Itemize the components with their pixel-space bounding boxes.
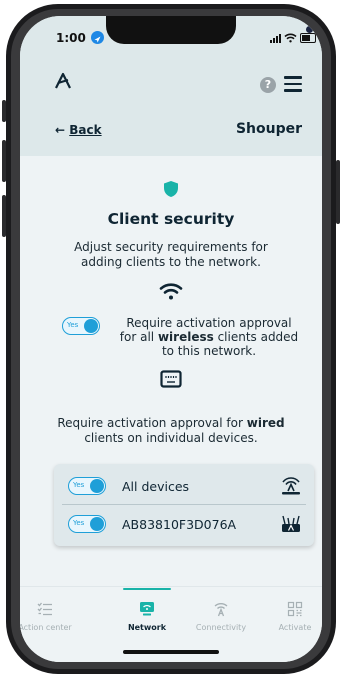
router-icon — [282, 477, 300, 495]
toggle-yes-label: Yes — [73, 519, 85, 527]
tab-label: Activate — [278, 623, 312, 632]
list-item-all-devices: Yes All devices — [54, 470, 314, 502]
tab-connectivity[interactable]: Connectivity — [186, 587, 256, 637]
device-list-card: Yes All devices Yes AB83810F3D076A — [54, 464, 314, 546]
network-title: Shouper — [235, 121, 302, 137]
divider — [62, 504, 306, 505]
wifi-icon — [159, 283, 183, 300]
notch — [106, 16, 313, 44]
wireless-approval-toggle[interactable]: Yes — [62, 317, 100, 335]
battery-icon — [300, 33, 316, 43]
toggle-knob — [90, 479, 104, 493]
header: 1:00 ? ← Back Shouper — [20, 16, 322, 156]
app-screen: 1:00 ? ← Back Shouper Client security Ad… — [20, 16, 322, 662]
qr-icon — [287, 601, 303, 617]
device-label: All devices — [122, 479, 190, 494]
silent-switch — [2, 100, 6, 122]
volume-up-button — [2, 140, 6, 182]
tab-action-center[interactable]: Action center — [20, 587, 80, 637]
wifi-status-icon — [284, 33, 297, 43]
tab-label: Connectivity — [195, 623, 247, 632]
device-toggle[interactable]: Yes — [68, 515, 106, 533]
checklist-icon — [37, 602, 52, 616]
device-label: AB83810F3D076A — [122, 517, 237, 532]
app-logo — [55, 72, 71, 89]
help-icon[interactable]: ? — [260, 77, 276, 93]
page-description: Adjust security requirements for adding … — [74, 240, 268, 269]
tab-activate[interactable]: Activate — [260, 587, 322, 637]
toggle-yes-label: Yes — [73, 481, 85, 489]
client-security-panel: Client security Adjust security requirem… — [20, 156, 322, 586]
status-bar: 1:00 — [20, 16, 322, 58]
network-icon — [140, 602, 154, 616]
status-time: 1:00 — [56, 31, 86, 45]
toggle-knob — [84, 319, 98, 333]
location-icon — [91, 31, 104, 44]
all-devices-toggle[interactable]: Yes — [68, 477, 106, 495]
wireless-approval-text: Require activation approval for all wire… — [119, 316, 299, 358]
volume-down-button — [2, 195, 6, 237]
signal-icon — [270, 33, 281, 43]
tab-label: Network — [127, 623, 167, 632]
page-heading: Client security — [107, 210, 235, 228]
gateway-icon — [282, 515, 300, 532]
back-arrow-icon: ← — [55, 123, 66, 137]
tab-network[interactable]: Network — [112, 587, 182, 637]
back-link[interactable]: ← Back — [55, 123, 102, 137]
home-indicator[interactable] — [123, 650, 219, 654]
status-icons — [270, 32, 316, 44]
connectivity-icon — [214, 603, 228, 617]
shield-icon — [164, 181, 178, 197]
list-item-device: Yes AB83810F3D076A — [54, 508, 314, 540]
ethernet-port-icon — [160, 370, 182, 388]
toggle-knob — [90, 517, 104, 531]
back-label: Back — [69, 123, 102, 137]
menu-icon[interactable] — [284, 76, 302, 92]
power-button — [336, 160, 340, 224]
wired-approval-text: Require activation approval for wired cl… — [57, 416, 285, 445]
toggle-yes-label: Yes — [67, 321, 79, 329]
tab-label: Action center — [20, 623, 72, 632]
